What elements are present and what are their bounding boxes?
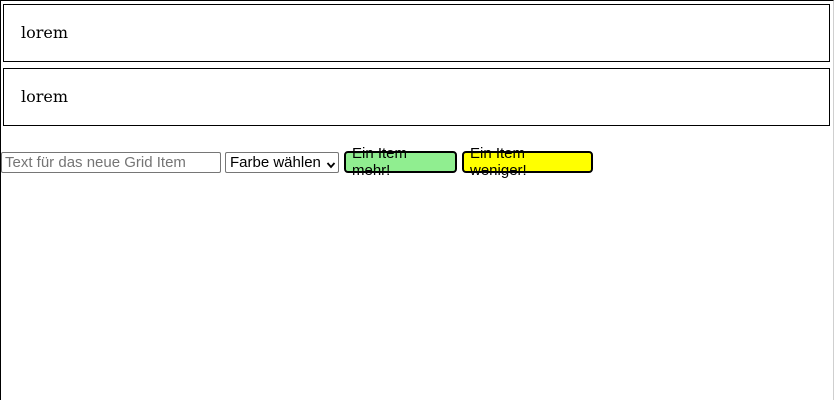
remove-item-button-label: Ein Item weniger! bbox=[470, 145, 527, 179]
grid-item-text: lorem bbox=[21, 23, 69, 42]
color-select-value: Farbe wählen bbox=[230, 153, 321, 171]
remove-item-button[interactable]: Ein Item weniger! bbox=[462, 145, 593, 179]
add-item-button[interactable]: Ein Item mehr! bbox=[344, 145, 457, 179]
grid-item-text: lorem bbox=[21, 87, 69, 106]
new-item-text-input[interactable] bbox=[1, 151, 221, 173]
controls-bar: Farbe wählen Ein Item mehr! Ein Item wen… bbox=[1, 145, 593, 179]
grid-item: lorem bbox=[3, 68, 830, 126]
add-item-button-label: Ein Item mehr! bbox=[352, 145, 408, 179]
color-select[interactable]: Farbe wählen bbox=[225, 151, 339, 173]
grid-item: lorem bbox=[3, 4, 830, 62]
chevron-down-icon bbox=[326, 157, 336, 169]
